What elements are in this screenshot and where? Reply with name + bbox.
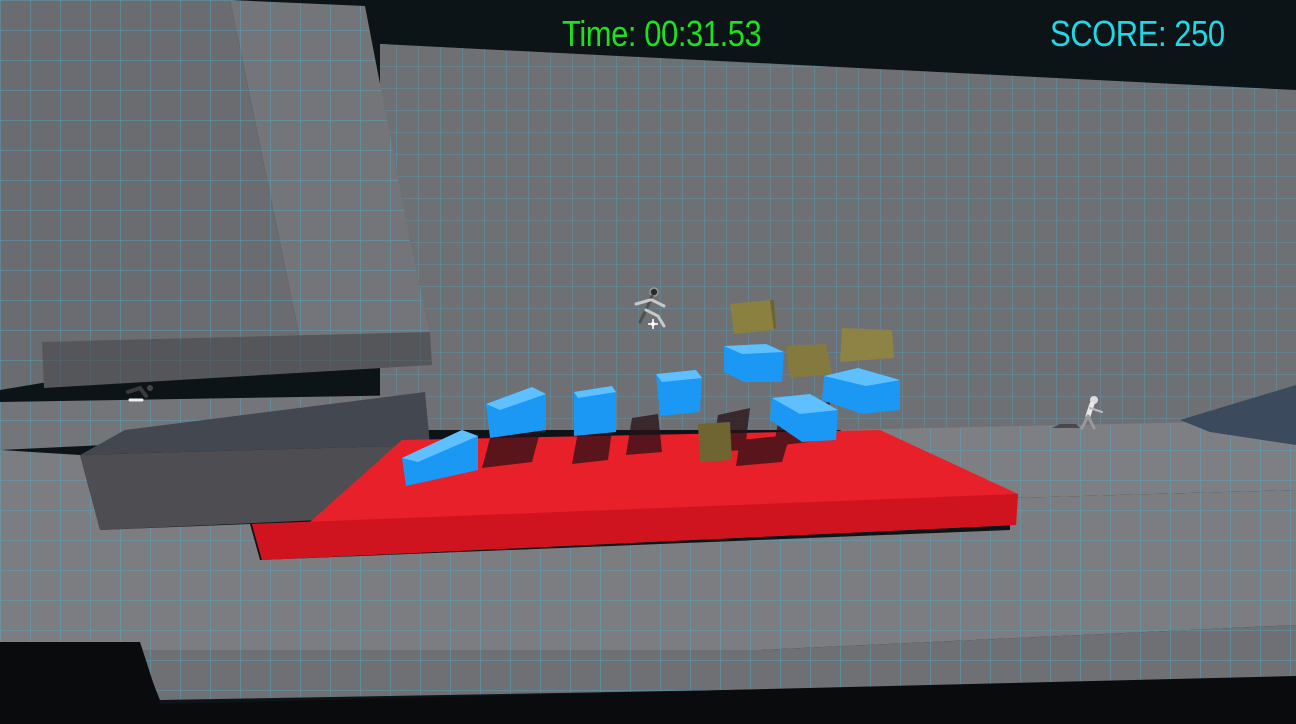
olive-block[interactable] — [840, 328, 894, 362]
blue-block[interactable] — [656, 370, 702, 416]
game-viewport[interactable]: Time: 00:31.53 SCORE: 250 — [0, 0, 1296, 724]
blue-block[interactable] — [724, 344, 784, 382]
olive-block[interactable] — [698, 422, 732, 462]
olive-block[interactable] — [786, 344, 832, 378]
left-tower — [0, 0, 430, 390]
blue-block[interactable] — [574, 386, 616, 436]
olive-block[interactable] — [730, 300, 776, 334]
game-scene[interactable] — [0, 0, 1296, 724]
back-wall — [380, 44, 1296, 430]
